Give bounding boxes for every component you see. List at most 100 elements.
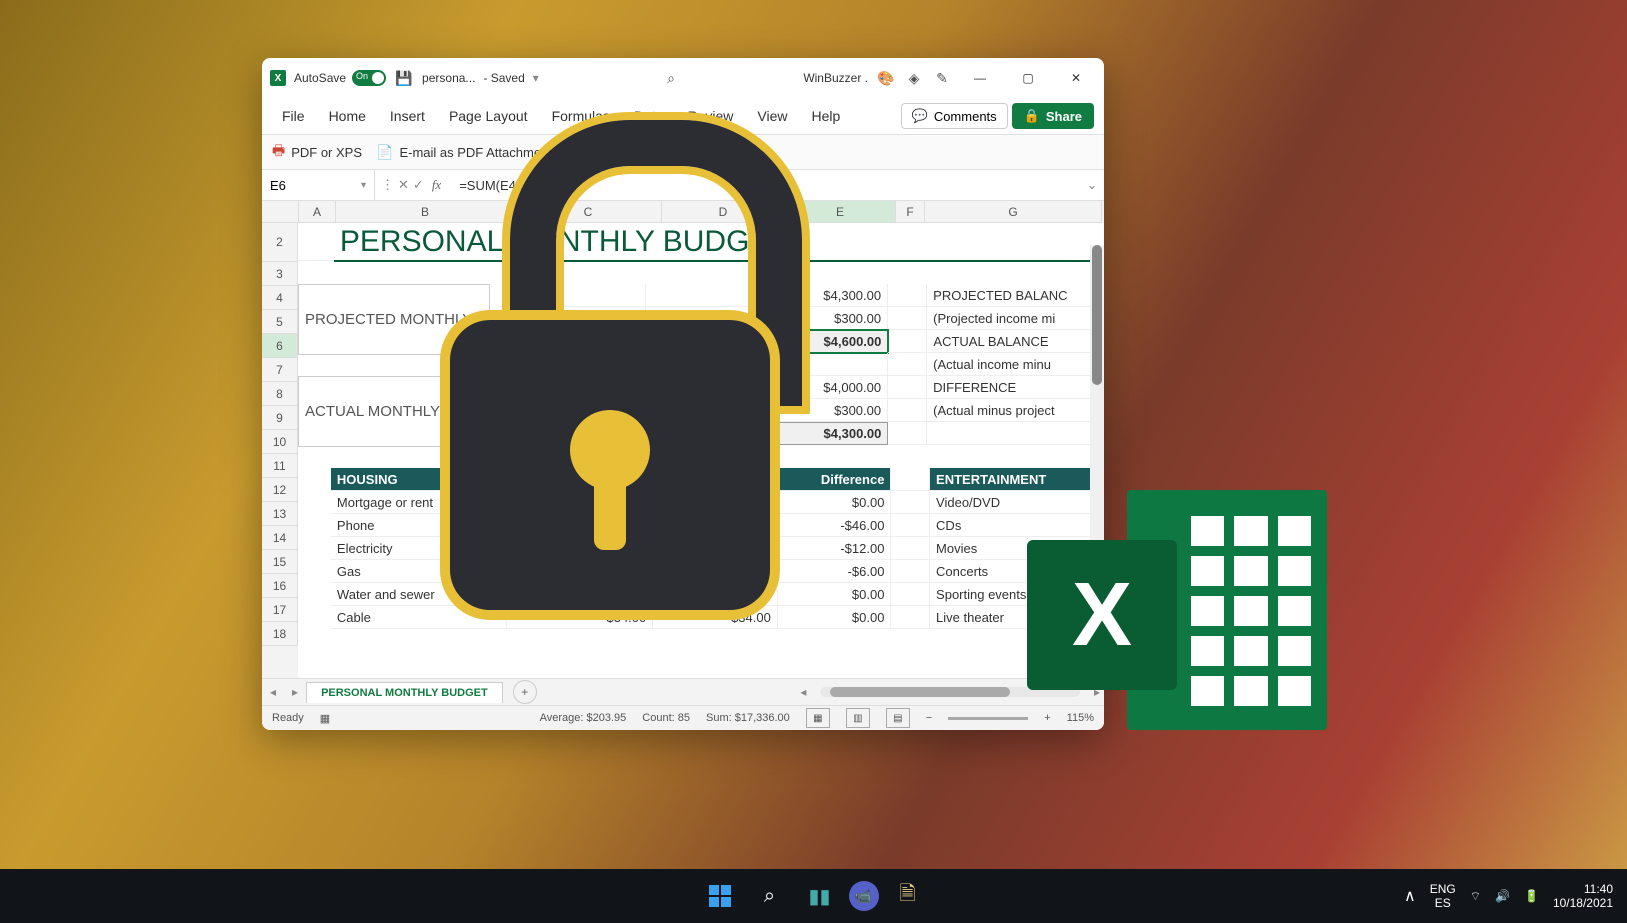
cell[interactable]: $100.00: [653, 514, 778, 537]
battery-icon[interactable]: 🔋: [1524, 889, 1539, 903]
projected-income-label[interactable]: PROJECTED MONTHLY INCOME: [298, 284, 490, 355]
cell[interactable]: -$46.00: [778, 514, 892, 537]
zoom-slider[interactable]: [948, 717, 1028, 720]
col-projected-cost[interactable]: Projected Cost: [507, 468, 654, 491]
maximize-button[interactable]: ▢: [1008, 62, 1048, 94]
col-header-d[interactable]: D: [662, 201, 785, 223]
cells-area[interactable]: PERSONAL MONTHLY BUDGET PROJECTED MONTHL…: [298, 223, 1104, 678]
menu-insert[interactable]: Insert: [380, 102, 435, 130]
share-button[interactable]: 🔒Share: [1012, 103, 1094, 129]
cell[interactable]: $4,300.00: [773, 284, 888, 307]
cell[interactable]: $1,000.00: [653, 491, 778, 514]
row-header[interactable]: 4: [262, 286, 298, 310]
tray-chevron-icon[interactable]: ∧: [1404, 886, 1416, 906]
cell[interactable]: $34.00: [507, 606, 654, 629]
cell[interactable]: $44.00: [507, 537, 654, 560]
menu-data[interactable]: Data: [624, 102, 674, 130]
tab-next-icon[interactable]: ▸: [284, 685, 306, 699]
sheet-title[interactable]: PERSONAL MONTHLY BUDGET: [334, 223, 1104, 262]
hscroll-left-icon[interactable]: ◂: [796, 685, 810, 699]
cell[interactable]: Sporting events: [930, 583, 1104, 606]
col-header-g[interactable]: G: [925, 201, 1102, 223]
cell[interactable]: -$12.00: [778, 537, 892, 560]
pen-icon[interactable]: ✎: [932, 68, 952, 88]
minimize-button[interactable]: —: [960, 62, 1000, 94]
diamond-icon[interactable]: ◈: [904, 68, 924, 88]
cell[interactable]: Income 1: [497, 284, 646, 307]
file-explorer-icon[interactable]: 🗎: [887, 875, 929, 917]
account-avatar-icon[interactable]: 🎨: [876, 68, 896, 88]
cell[interactable]: $1,000.00: [507, 491, 654, 514]
cell[interactable]: $8.00: [507, 583, 654, 606]
namebox-more-icon[interactable]: ⋮: [381, 177, 394, 193]
email-pdf-button[interactable]: 📄E-mail as PDF Attachment: [376, 144, 552, 161]
chevron-down-icon[interactable]: ▾: [361, 180, 366, 191]
filename[interactable]: persona...: [422, 71, 475, 85]
menu-formulas[interactable]: Formulas: [542, 102, 620, 130]
cell[interactable]: Extra income: [497, 399, 646, 422]
row-header[interactable]: 13: [262, 502, 298, 526]
cell[interactable]: $4,300.00: [772, 422, 888, 445]
cell[interactable]: Total monthly income: [497, 422, 646, 445]
row-header[interactable]: 8: [262, 382, 298, 406]
cell[interactable]: -$6.00: [778, 560, 892, 583]
expand-formula-icon[interactable]: ⌄: [1080, 177, 1104, 193]
close-button[interactable]: ✕: [1056, 62, 1096, 94]
cell[interactable]: ACTUAL BALANCE: [927, 330, 1104, 353]
menu-view[interactable]: View: [747, 102, 797, 130]
normal-view-button[interactable]: ▦: [806, 708, 830, 728]
formula-bar[interactable]: =SUM(E4:E5): [451, 178, 1080, 193]
cell[interactable]: Water and sewer: [331, 583, 507, 606]
cell[interactable]: PROJECTED BALANC: [927, 284, 1104, 307]
volume-icon[interactable]: 🔊: [1495, 889, 1510, 903]
cell[interactable]: $0.00: [778, 491, 892, 514]
cell[interactable]: DIFFERENCE: [927, 376, 1104, 399]
cancel-formula-icon[interactable]: ✕: [398, 177, 409, 193]
row-header[interactable]: 16: [262, 574, 298, 598]
search-icon[interactable]: ⌕: [661, 68, 681, 88]
cell[interactable]: (Projected income mi: [927, 307, 1104, 330]
cell[interactable]: Live theater: [930, 606, 1104, 629]
row-header[interactable]: 7: [262, 358, 298, 382]
cell[interactable]: $300.00: [773, 307, 888, 330]
add-sheet-button[interactable]: +: [513, 680, 537, 704]
pdf-xps-button[interactable]: 🖶PDF or XPS: [272, 140, 362, 164]
page-layout-view-button[interactable]: ▥: [846, 708, 870, 728]
accessibility-icon[interactable]: ▦: [320, 712, 330, 725]
row-header[interactable]: 18: [262, 622, 298, 646]
row-header[interactable]: 15: [262, 550, 298, 574]
toggle-switch[interactable]: On: [352, 70, 386, 86]
cell[interactable]: (Actual minus project: [927, 399, 1104, 422]
row-header[interactable]: 17: [262, 598, 298, 622]
cell[interactable]: Video/DVD: [930, 491, 1104, 514]
row-header[interactable]: 12: [262, 478, 298, 502]
cell[interactable]: Extra income: [497, 307, 646, 330]
cell[interactable]: Income 1: [497, 376, 646, 399]
cell[interactable]: Gas: [331, 560, 507, 583]
cell[interactable]: $34.00: [653, 606, 778, 629]
cell[interactable]: $28.00: [653, 560, 778, 583]
cell[interactable]: $4,000.00: [773, 376, 888, 399]
cell[interactable]: CDs: [930, 514, 1104, 537]
comments-button[interactable]: 💬Comments: [901, 103, 1008, 129]
cell[interactable]: Electricity: [331, 537, 507, 560]
cell[interactable]: Movies: [930, 537, 1104, 560]
wifi-icon[interactable]: ⌔: [1470, 889, 1481, 904]
scroll-thumb[interactable]: [830, 687, 1010, 697]
row-header[interactable]: 2: [262, 223, 298, 262]
select-all-corner[interactable]: [262, 201, 299, 223]
accept-formula-icon[interactable]: ✓: [413, 177, 424, 193]
cell[interactable]: $56.00: [653, 537, 778, 560]
autosave-toggle[interactable]: AutoSave On: [294, 70, 386, 86]
name-box[interactable]: E6▾: [262, 170, 375, 200]
housing-header[interactable]: HOUSING: [331, 468, 507, 491]
horizontal-scrollbar[interactable]: [820, 687, 1080, 697]
ribbon-overflow-icon[interactable]: ⊽: [566, 144, 576, 160]
actual-income-label[interactable]: ACTUAL MONTHLY INCOME: [298, 376, 490, 447]
col-header-c[interactable]: C: [515, 201, 662, 223]
col-difference[interactable]: Difference: [778, 468, 892, 491]
cell[interactable]: $300.00: [773, 399, 888, 422]
clock[interactable]: 11:4010/18/2021: [1553, 882, 1613, 911]
row-header[interactable]: 3: [262, 262, 298, 286]
task-view-icon[interactable]: ▮▮: [799, 875, 841, 917]
